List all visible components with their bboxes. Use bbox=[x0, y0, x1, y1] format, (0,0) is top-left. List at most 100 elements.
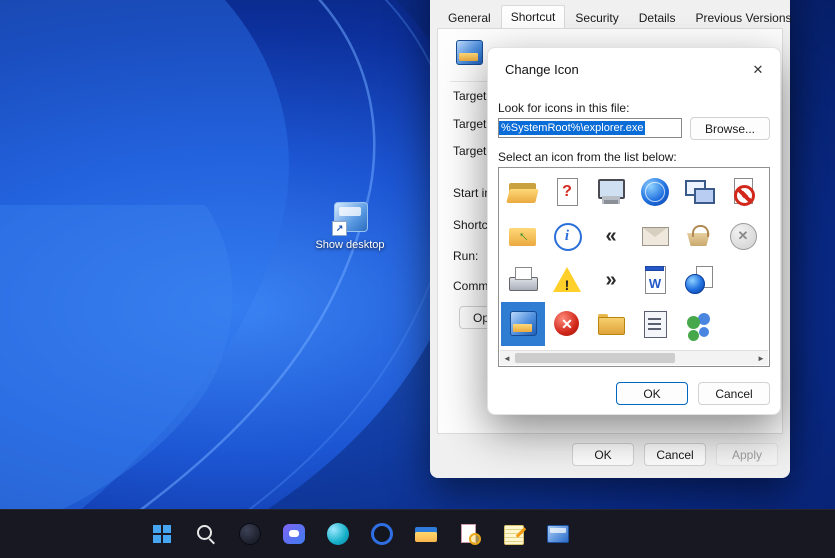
field-label: Target bbox=[453, 117, 487, 131]
gray-x-circle-icon[interactable]: ✕ bbox=[721, 214, 765, 258]
show-desktop-icon: ↗ bbox=[332, 202, 368, 236]
computer-icon[interactable] bbox=[589, 170, 633, 214]
warning-icon[interactable]: ! bbox=[545, 258, 589, 302]
task-view-button[interactable] bbox=[230, 514, 270, 554]
explorer-window-button[interactable] bbox=[538, 514, 578, 554]
tab-details[interactable]: Details bbox=[629, 6, 686, 30]
ok-button[interactable]: OK bbox=[572, 443, 634, 466]
icon-path-input[interactable]: %SystemRoot%\explorer.exe bbox=[498, 118, 682, 138]
gray-x-circle-icon: ✕ bbox=[727, 220, 759, 252]
red-x-circle-icon: ✕ bbox=[551, 308, 583, 340]
close-icon[interactable]: ✕ bbox=[746, 58, 770, 82]
apply-button[interactable]: Apply bbox=[716, 443, 778, 466]
explorer-window-icon bbox=[547, 523, 569, 545]
notepad-icon bbox=[503, 523, 525, 545]
field-label: Target bbox=[453, 89, 487, 103]
chat-icon bbox=[283, 523, 305, 545]
icon-path-value: %SystemRoot%\explorer.exe bbox=[499, 121, 646, 135]
folder-closed-icon bbox=[595, 308, 627, 340]
horizontal-scrollbar[interactable]: ◄ ► bbox=[500, 350, 768, 365]
explorer-icon bbox=[507, 308, 539, 340]
globe-icon bbox=[639, 176, 671, 208]
start-icon bbox=[151, 523, 173, 545]
users-icon[interactable] bbox=[677, 302, 721, 346]
red-x-circle-icon-glyph: ✕ bbox=[561, 315, 573, 332]
info-icon[interactable]: i bbox=[545, 214, 589, 258]
tab-general[interactable]: General bbox=[438, 6, 501, 30]
ok-button[interactable]: OK bbox=[616, 382, 688, 405]
scroll-left-icon[interactable]: ◄ bbox=[500, 354, 514, 363]
gray-x-circle-icon-glyph: ✕ bbox=[737, 228, 749, 243]
document-blocked-icon bbox=[727, 176, 759, 208]
start-button[interactable] bbox=[142, 514, 182, 554]
wordpad-document-icon: W bbox=[639, 264, 671, 296]
envelope-icon bbox=[639, 220, 671, 252]
basket-icon[interactable] bbox=[677, 214, 721, 258]
desktop-shortcut-show-desktop[interactable]: ↗ Show desktop bbox=[312, 202, 388, 252]
folder-up-icon[interactable]: ↑ bbox=[501, 214, 545, 258]
users-icon bbox=[683, 308, 715, 340]
file-explorer-icon bbox=[415, 523, 437, 545]
explorer-icon-glyph bbox=[507, 308, 539, 340]
globe-icon[interactable] bbox=[633, 170, 677, 214]
envelope-icon-glyph bbox=[639, 220, 671, 252]
wordpad-document-icon[interactable]: W bbox=[633, 258, 677, 302]
shortcut-arrow-icon: ↗ bbox=[332, 221, 347, 236]
printer-icon bbox=[507, 264, 539, 296]
search-icon bbox=[195, 523, 217, 545]
folder-up-icon: ↑ bbox=[507, 220, 539, 252]
task-view-icon bbox=[239, 523, 261, 545]
info-icon-glyph: i bbox=[564, 227, 570, 244]
globe-document-icon bbox=[683, 264, 715, 296]
document-blocked-icon[interactable] bbox=[721, 170, 765, 214]
chevrons-right-icon[interactable]: » bbox=[589, 258, 633, 302]
printer-icon[interactable] bbox=[501, 258, 545, 302]
computer-icon bbox=[595, 176, 627, 208]
printer-icon-glyph bbox=[507, 264, 539, 296]
document-question-icon[interactable]: ? bbox=[545, 170, 589, 214]
app-window-icon[interactable] bbox=[633, 302, 677, 346]
notepad-button[interactable] bbox=[494, 514, 534, 554]
warning-icon-glyph: ! bbox=[564, 276, 570, 293]
chevrons-right-icon-glyph: » bbox=[605, 268, 617, 291]
edge-button[interactable] bbox=[318, 514, 358, 554]
tab-previous-versions[interactable]: Previous Versions bbox=[685, 6, 801, 30]
change-icon-button-row: OK Cancel bbox=[616, 382, 770, 405]
explorer-icon[interactable] bbox=[501, 302, 545, 346]
chat-button[interactable] bbox=[274, 514, 314, 554]
globe-icon-glyph bbox=[639, 176, 671, 208]
search-button[interactable] bbox=[186, 514, 226, 554]
red-x-circle-icon[interactable]: ✕ bbox=[545, 302, 589, 346]
scrollbar-thumb[interactable] bbox=[515, 353, 675, 363]
envelope-icon[interactable] bbox=[633, 214, 677, 258]
browser-button[interactable] bbox=[362, 514, 402, 554]
file-explorer-button[interactable] bbox=[406, 514, 446, 554]
tab-shortcut[interactable]: Shortcut bbox=[500, 5, 566, 29]
props-button-row: OK Cancel Apply bbox=[572, 443, 778, 466]
taskbar bbox=[0, 509, 835, 558]
document-blocked-icon-glyph bbox=[727, 176, 759, 208]
folder-closed-icon[interactable] bbox=[589, 302, 633, 346]
document-question-icon-glyph: ? bbox=[562, 183, 572, 200]
users-icon-glyph bbox=[683, 308, 715, 340]
wordpad-document-icon-glyph: W bbox=[648, 275, 662, 291]
basket-icon bbox=[683, 220, 715, 252]
globe-document-icon[interactable] bbox=[677, 258, 721, 302]
select-icon-label: Select an icon from the list below: bbox=[498, 150, 677, 164]
icon-grid: ? ↑ i « ✕! » W ✕ bbox=[501, 170, 767, 350]
search-tool-button[interactable] bbox=[450, 514, 490, 554]
cancel-button[interactable]: Cancel bbox=[698, 382, 770, 405]
chevrons-left-icon: « bbox=[595, 220, 627, 252]
browse-button[interactable]: Browse... bbox=[690, 117, 770, 140]
chevrons-left-icon[interactable]: « bbox=[589, 214, 633, 258]
scroll-right-icon[interactable]: ► bbox=[754, 354, 768, 363]
dual-monitors-icon bbox=[683, 176, 715, 208]
cancel-button[interactable]: Cancel bbox=[644, 443, 706, 466]
tab-security[interactable]: Security bbox=[565, 6, 628, 30]
folder-open-icon[interactable] bbox=[501, 170, 545, 214]
field-label: Start in bbox=[453, 186, 492, 200]
browser-icon bbox=[371, 523, 393, 545]
dual-monitors-icon[interactable] bbox=[677, 170, 721, 214]
folder-closed-icon-glyph bbox=[595, 308, 627, 340]
tab-strip: General Shortcut Security Details Previous V… bbox=[438, 5, 802, 30]
